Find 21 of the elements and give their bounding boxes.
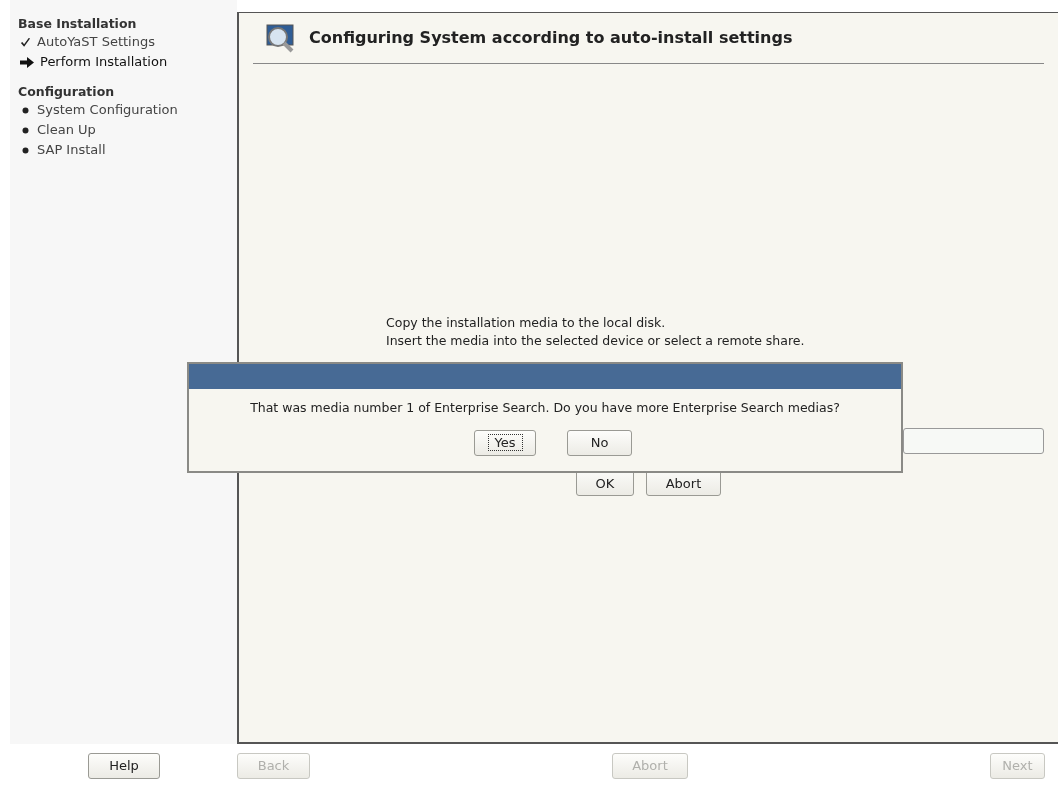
button[interactable]: Yes — [474, 429, 536, 456]
section-heading: Base Installation — [18, 16, 138, 32]
step-label: AutoYaST Settings — [37, 33, 155, 52]
button[interactable]: Help — [88, 752, 160, 779]
message-text: Copy the installation media to the local disk. — [386, 314, 667, 332]
button[interactable]: No — [567, 429, 632, 456]
bullet-icon — [22, 126, 29, 134]
step-label: System Configuration — [37, 101, 178, 120]
section-heading: Configuration — [18, 84, 116, 100]
dialog-message: That was media number 1 of Enterprise Search. Do you have more Enterprise Search medias? — [250, 399, 840, 417]
magnifier-monitor-icon — [265, 23, 297, 53]
page-title: Configuring System according to auto-install settings — [309, 27, 793, 49]
check-icon — [20, 36, 31, 48]
step-label: Clean Up — [37, 121, 96, 140]
bullet-icon — [22, 146, 29, 154]
message-text: Insert the media into the selected device or select a remote share. — [386, 332, 806, 350]
input-field[interactable] — [903, 428, 1044, 454]
step-label: Perform Installation — [40, 53, 168, 72]
arrow-icon — [20, 56, 34, 68]
step-label: SAP Install — [37, 141, 106, 160]
bullet-icon — [22, 106, 29, 114]
